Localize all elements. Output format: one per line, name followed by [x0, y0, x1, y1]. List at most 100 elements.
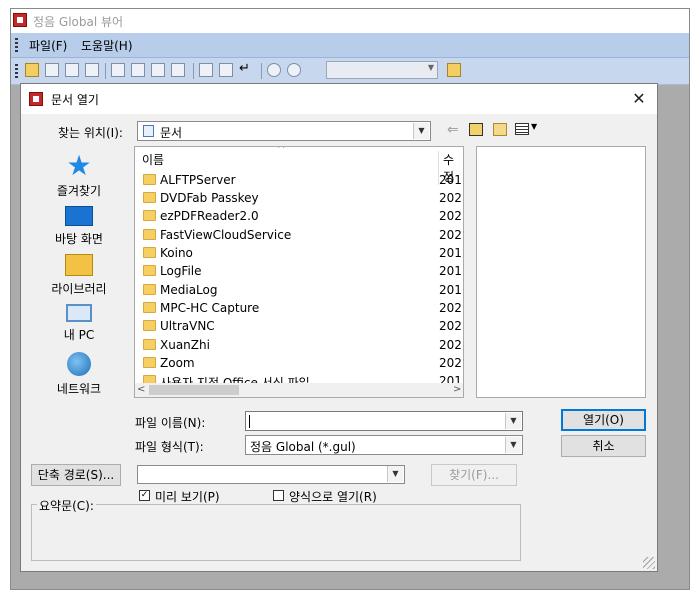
list-item[interactable]: Koino 201 — [135, 244, 462, 262]
folder-icon — [143, 284, 156, 295]
find-button[interactable]: 찾기(F)... — [431, 464, 517, 486]
return-icon[interactable]: ↵ — [239, 61, 253, 76]
app-logo-icon — [13, 13, 27, 27]
place-libraries[interactable]: 라이브러리 — [39, 254, 119, 297]
file-name: ALFTPServer — [160, 173, 236, 187]
menubar-grip-icon[interactable] — [15, 38, 18, 52]
list-item[interactable]: DVDFab Passkey 202 — [135, 189, 462, 207]
column-header-name[interactable]: 이름 — [142, 151, 164, 168]
list-item[interactable]: ALFTPServer 201 — [135, 171, 462, 189]
folder-icon — [143, 192, 156, 203]
list-item[interactable]: MPC-HC Capture 202 — [135, 299, 462, 317]
app-logo-icon — [29, 92, 43, 106]
list-item[interactable]: XuanZhi 202 — [135, 336, 462, 354]
fit-page-icon[interactable] — [199, 63, 213, 77]
sort-caret-icon: ^ — [277, 146, 286, 155]
file-name: Zoom — [160, 356, 195, 370]
filename-input[interactable]: ▼ — [245, 411, 523, 431]
chevron-down-icon[interactable]: ▼ — [531, 122, 537, 131]
file-name: ezPDFReader2.0 — [160, 209, 259, 223]
view-menu-icon[interactable] — [515, 123, 529, 135]
toolbar-grip-icon[interactable] — [15, 64, 18, 78]
place-label: 네트워크 — [56, 382, 102, 396]
resize-grip-icon[interactable] — [643, 557, 655, 569]
place-label: 라이브러리 — [51, 282, 107, 296]
place-this-pc[interactable]: 내 PC — [39, 304, 119, 343]
place-favorites[interactable]: ★ 즐겨찾기 — [39, 152, 119, 199]
shortcut-path-button[interactable]: 단축 경로(S)... — [31, 464, 121, 486]
computer-icon — [66, 304, 92, 322]
open-button[interactable]: 열기(O) — [561, 409, 646, 431]
folder-icon — [143, 247, 156, 258]
file-date: 202 — [439, 338, 462, 352]
file-date: 202 — [439, 209, 462, 223]
folder-icon — [143, 210, 156, 221]
zoom-in-icon[interactable] — [287, 63, 301, 77]
dialog-title: 문서 열기 — [51, 93, 99, 107]
chevron-down-icon[interactable]: ▼ — [387, 466, 403, 482]
chevron-down-icon[interactable]: ▼ — [505, 413, 521, 429]
list-item[interactable]: ezPDFReader2.0 202 — [135, 207, 462, 225]
fit-width-icon[interactable] — [219, 63, 233, 77]
file-date: 202 — [439, 319, 462, 333]
file-date: 202 — [439, 191, 462, 205]
place-network[interactable]: 네트워크 — [39, 352, 119, 397]
open-folder-icon[interactable] — [25, 63, 39, 77]
next-page-icon[interactable] — [151, 63, 165, 77]
cancel-button[interactable]: 취소 — [561, 435, 646, 457]
preview-checkbox-label[interactable]: 미리 보기(P) — [155, 488, 220, 505]
open-dialog: 문서 열기 ✕ 찾는 위치(I): 문서 ▼ ⇐ ▼ ★ 즐겨찾기 바탕 화면 … — [20, 83, 658, 572]
file-name: LogFile — [160, 264, 202, 278]
toolbar-separator — [193, 63, 194, 79]
chevron-down-icon[interactable]: ▼ — [505, 437, 521, 453]
prev-page-icon[interactable] — [131, 63, 145, 77]
place-desktop[interactable]: 바탕 화면 — [39, 204, 119, 247]
horizontal-scroll-thumb[interactable] — [149, 385, 239, 395]
vertical-scrollbar[interactable] — [463, 165, 464, 383]
zoom-out-icon[interactable] — [267, 63, 281, 77]
copy-icon[interactable] — [65, 63, 79, 77]
list-item[interactable]: MediaLog 201 — [135, 281, 462, 299]
menu-help[interactable]: 도움말(H) — [81, 37, 133, 54]
file-date: 202 — [439, 301, 462, 315]
folder-icon — [143, 357, 156, 368]
template-checkbox[interactable] — [273, 490, 284, 501]
new-folder-icon[interactable] — [493, 123, 507, 136]
preview-checkbox[interactable]: ✓ — [139, 490, 150, 501]
print-icon[interactable] — [45, 63, 59, 77]
preview-pane — [476, 146, 646, 398]
folder-icon — [143, 339, 156, 350]
look-in-combo[interactable]: 문서 ▼ — [137, 121, 431, 141]
file-name: UltraVNC — [160, 319, 215, 333]
back-arrow-icon[interactable]: ⇐ — [447, 122, 459, 138]
file-date: 202 — [439, 356, 462, 370]
file-name: Koino — [160, 246, 193, 260]
place-label: 바탕 화면 — [55, 232, 103, 246]
file-date: 201 — [439, 173, 462, 187]
filetype-select[interactable]: 정음 Global (*.gul) ▼ — [245, 435, 523, 455]
scroll-left-icon[interactable]: < — [137, 384, 145, 395]
filename-label: 파일 이름(N): — [135, 416, 206, 430]
file-date: 201 — [439, 264, 462, 278]
find-icon[interactable] — [85, 63, 99, 77]
chevron-down-icon: ▼ — [427, 63, 434, 72]
summary-box — [31, 504, 521, 561]
menu-file[interactable]: 파일(F) — [29, 37, 67, 54]
chevron-down-icon[interactable]: ▼ — [413, 123, 429, 139]
file-list[interactable]: ^ 이름 수정 ALFTPServer 201 DVDFab Passkey 202… — [134, 146, 464, 398]
close-icon[interactable]: ✕ — [629, 89, 649, 109]
up-folder-icon[interactable] — [469, 123, 483, 136]
place-label: 내 PC — [63, 328, 95, 342]
document-folder-icon — [143, 125, 154, 137]
scroll-right-icon[interactable]: > — [453, 384, 461, 395]
last-page-icon[interactable] — [171, 63, 185, 77]
first-page-icon[interactable] — [111, 63, 125, 77]
list-item[interactable]: LogFile 201 — [135, 262, 462, 280]
list-item[interactable]: Zoom 202 — [135, 354, 462, 372]
folder-icon[interactable] — [447, 63, 461, 77]
template-checkbox-label[interactable]: 양식으로 열기(R) — [289, 488, 377, 505]
list-item[interactable]: FastViewCloudService 202 — [135, 226, 462, 244]
list-item[interactable]: UltraVNC 202 — [135, 317, 462, 335]
zoom-combo[interactable]: ▼ — [326, 61, 438, 79]
shortcut-path-select[interactable]: ▼ — [137, 465, 405, 484]
